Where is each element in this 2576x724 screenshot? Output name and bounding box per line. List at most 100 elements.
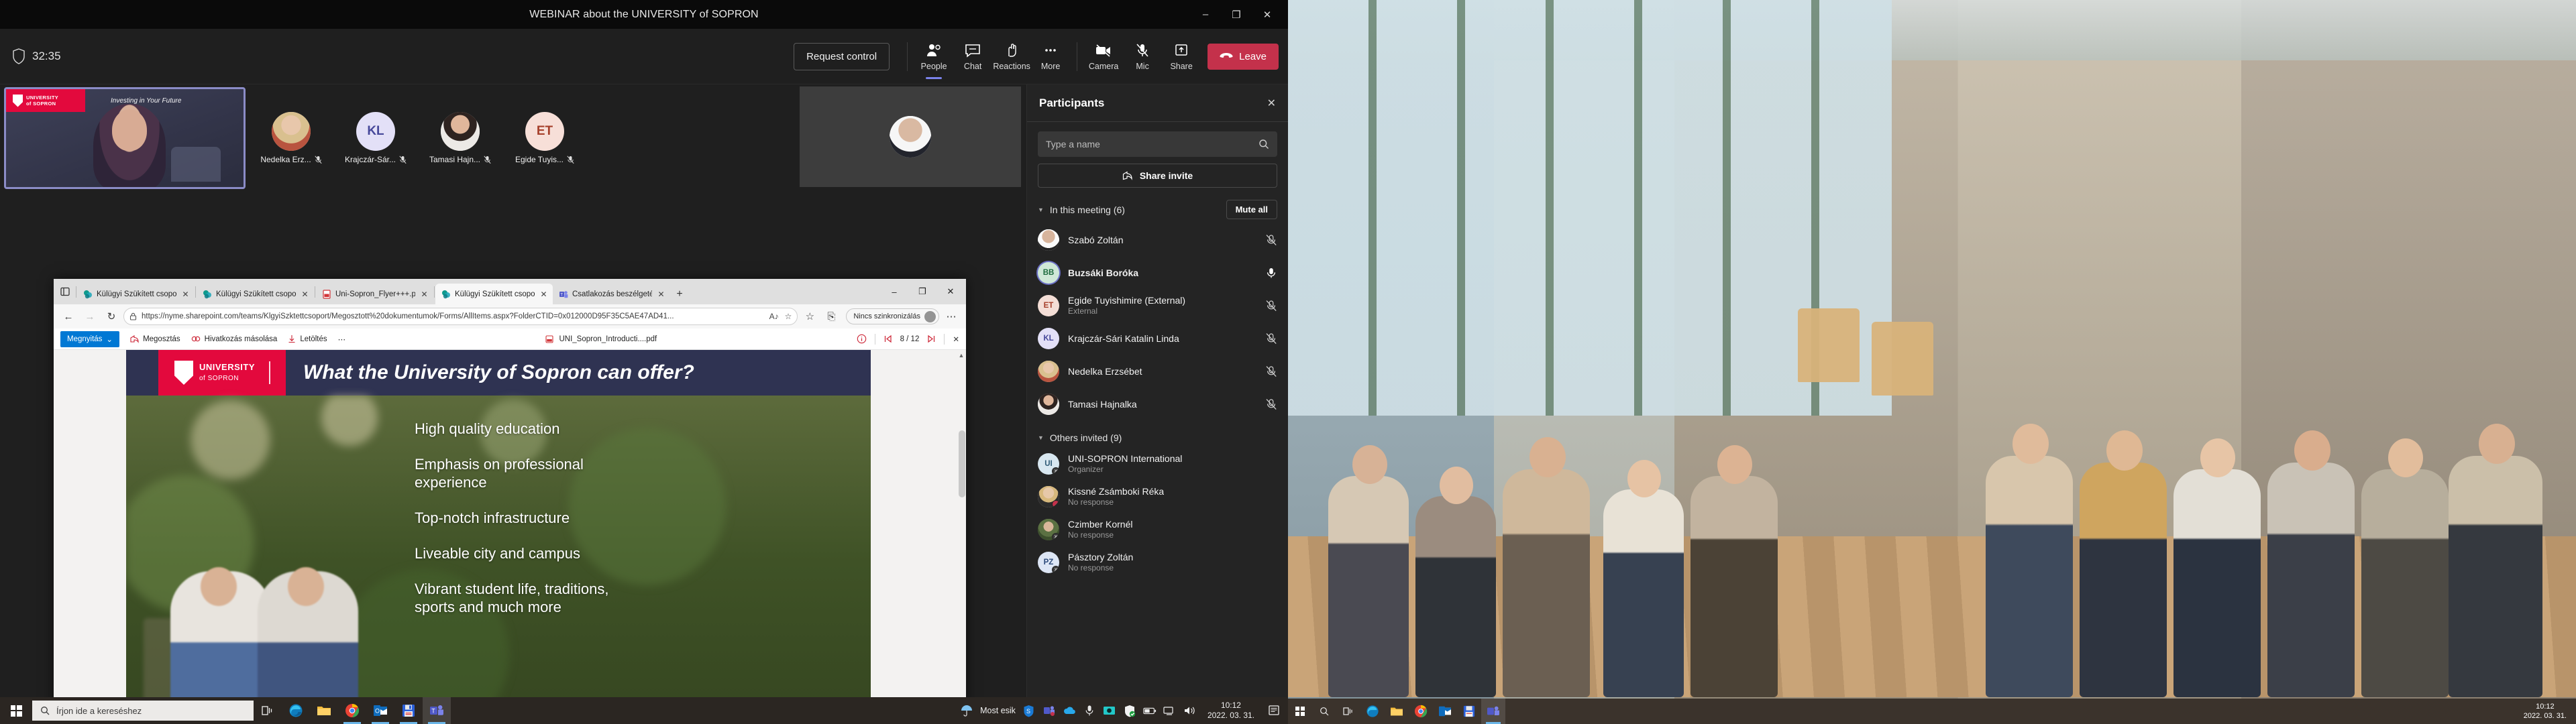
search-icon[interactable] — [1312, 699, 1336, 724]
save-app-icon[interactable] — [1457, 699, 1481, 724]
teams-icon[interactable] — [1481, 699, 1505, 724]
participant-thumbnail[interactable]: ET Egide Tuyis... — [506, 87, 584, 189]
share-invite-button[interactable]: Share invite — [1038, 164, 1277, 188]
pdf-scrollbar[interactable]: ▲ ▼ — [957, 350, 966, 724]
notifications-icon[interactable] — [1265, 697, 1283, 724]
close-icon[interactable]: ✕ — [1267, 97, 1276, 110]
edge-icon[interactable] — [282, 697, 310, 724]
participant-row[interactable]: Szabó Zoltán — [1027, 223, 1288, 256]
sophos-icon[interactable]: S — [1022, 704, 1036, 717]
security-icon[interactable] — [1123, 704, 1136, 717]
add-favorite-icon[interactable]: ☆ — [785, 312, 792, 321]
participant-thumbnail[interactable]: Nedelka Erz... — [252, 87, 330, 189]
invited-row[interactable]: PZ ✕ Pásztory Zoltán No response — [1027, 546, 1288, 579]
minimize-button[interactable]: – — [1190, 0, 1221, 29]
close-icon[interactable]: ✕ — [539, 290, 549, 299]
scroll-up-icon[interactable]: ▲ — [957, 351, 965, 359]
mic-button[interactable]: Mic — [1123, 29, 1162, 84]
invited-row[interactable]: ✕ Czimber Kornél No response — [1027, 513, 1288, 546]
minimize-button[interactable]: – — [880, 279, 908, 304]
new-tab-button[interactable]: + — [670, 284, 689, 304]
open-button[interactable]: Megnyitás ⌄ — [60, 330, 120, 347]
mic-off-icon[interactable] — [1265, 365, 1277, 377]
participant-row[interactable]: ET Egide Tuyishimire (External) External — [1027, 289, 1288, 322]
close-viewer-icon[interactable]: ✕ — [953, 335, 959, 344]
next-page-icon[interactable] — [927, 335, 936, 343]
others-invited-section-header[interactable]: ▼ Others invited (9) — [1027, 420, 1288, 447]
browser-tab[interactable]: T Csatlakozás beszélgetéshez ✕ — [553, 284, 670, 304]
mic-off-icon[interactable] — [1265, 300, 1277, 312]
save-app-icon[interactable] — [394, 697, 423, 724]
invited-row[interactable]: UI ✕ UNI-SOPRON International Organizer — [1027, 447, 1288, 480]
close-icon[interactable]: ✕ — [300, 290, 310, 299]
start-icon[interactable] — [0, 697, 32, 724]
close-icon[interactable]: ✕ — [656, 290, 666, 299]
clock[interactable]: 10:12 2022. 03. 31. — [2524, 702, 2576, 721]
umbrella-icon[interactable] — [960, 704, 973, 717]
file-explorer-icon[interactable] — [310, 697, 338, 724]
browser-tab[interactable]: Külügyi Szükített csoport - Webi... ✕ — [197, 284, 314, 304]
mic-off-icon[interactable] — [1265, 398, 1277, 410]
profile-sync-button[interactable]: Nincs szinkronizálás — [846, 308, 939, 324]
browser-settings-button[interactable]: ⋯ — [942, 307, 961, 326]
collections-icon[interactable]: ⎘ — [822, 307, 841, 326]
participant-search-input[interactable]: Type a name — [1038, 131, 1277, 157]
first-page-icon[interactable] — [883, 335, 892, 343]
copy-link-command[interactable]: Hivatkozás másolása — [191, 335, 277, 343]
chat-button[interactable]: Chat — [953, 29, 992, 84]
maximize-button[interactable]: ❐ — [908, 279, 936, 304]
tab-actions-icon[interactable] — [55, 279, 75, 304]
teams-icon[interactable]: T — [423, 697, 451, 724]
chrome-icon[interactable] — [1409, 699, 1433, 724]
taskbar-search-input[interactable]: Írjon ide a kereséshez — [32, 701, 254, 721]
close-button[interactable]: ✕ — [1252, 0, 1283, 29]
close-icon[interactable]: ✕ — [419, 290, 429, 299]
in-meeting-section-header[interactable]: ▼ In this meeting (6) Mute all — [1027, 188, 1288, 223]
camera-button[interactable]: Camera — [1084, 29, 1123, 84]
mic-off-icon[interactable] — [1265, 234, 1277, 246]
maximize-button[interactable]: ❐ — [1221, 0, 1252, 29]
file-explorer-icon[interactable] — [1385, 699, 1409, 724]
participant-row[interactable]: BB Buzsáki Boróka — [1027, 256, 1288, 289]
mic-on-icon[interactable] — [1265, 267, 1277, 279]
scrollbar-thumb[interactable] — [959, 430, 965, 497]
participant-thumbnail[interactable]: KL Krajczár-Sár... — [337, 87, 415, 189]
chrome-icon[interactable] — [338, 697, 366, 724]
outlook-icon[interactable]: O — [366, 697, 394, 724]
browser-tab[interactable]: Külügyi Szükített csoport - Hallg... ✕ — [77, 284, 195, 304]
battery-icon[interactable] — [1143, 704, 1157, 717]
browser-tab-active[interactable]: Külügyi Szükített csoport - UNI_S ✕ — [435, 284, 553, 304]
participant-thumbnail[interactable]: Tamasi Hajn... — [421, 87, 499, 189]
share-command[interactable]: Megosztás — [130, 335, 180, 343]
browser-tab[interactable]: Uni-Sopron_Flyer+++.pdf ✕ — [316, 284, 433, 304]
teams-tray-icon[interactable] — [1042, 704, 1056, 717]
address-input[interactable]: https://nyme.sharepoint.com/teams/KlgyiS… — [123, 308, 798, 325]
participant-row[interactable]: KL Krajczár-Sári Katalin Linda — [1027, 322, 1288, 355]
volume-icon[interactable] — [1183, 704, 1197, 717]
read-aloud-icon[interactable]: A♪ — [769, 312, 779, 321]
onedrive-icon[interactable] — [1063, 704, 1076, 717]
more-button[interactable]: More — [1031, 29, 1070, 84]
participant-row[interactable]: Nedelka Erzsébet — [1027, 355, 1288, 387]
camera-tray-icon[interactable] — [1103, 704, 1116, 717]
mic-tray-icon[interactable] — [1083, 704, 1096, 717]
mute-all-button[interactable]: Mute all — [1226, 200, 1277, 219]
invited-row[interactable]: Kissné Zsámboki Réka No response — [1027, 480, 1288, 513]
reactions-button[interactable]: Reactions — [992, 29, 1031, 84]
close-icon[interactable]: ✕ — [180, 290, 191, 299]
network-icon[interactable] — [1163, 704, 1177, 717]
people-button[interactable]: People — [914, 29, 953, 84]
edge-icon[interactable] — [1360, 699, 1385, 724]
clock[interactable]: 10:12 2022. 03. 31. — [1208, 701, 1254, 721]
mic-off-icon[interactable] — [1265, 333, 1277, 345]
close-button[interactable]: ✕ — [936, 279, 965, 304]
favorites-icon[interactable]: ☆ — [800, 307, 819, 326]
request-control-button[interactable]: Request control — [794, 42, 890, 70]
outlook-icon[interactable] — [1433, 699, 1457, 724]
back-button[interactable]: ← — [59, 307, 78, 326]
download-command[interactable]: Letöltés — [288, 335, 327, 343]
participant-tile-idle[interactable] — [800, 86, 1021, 187]
more-commands[interactable]: ⋯ — [338, 335, 346, 344]
start-icon[interactable] — [1288, 699, 1312, 724]
task-view-icon[interactable] — [1336, 699, 1360, 724]
